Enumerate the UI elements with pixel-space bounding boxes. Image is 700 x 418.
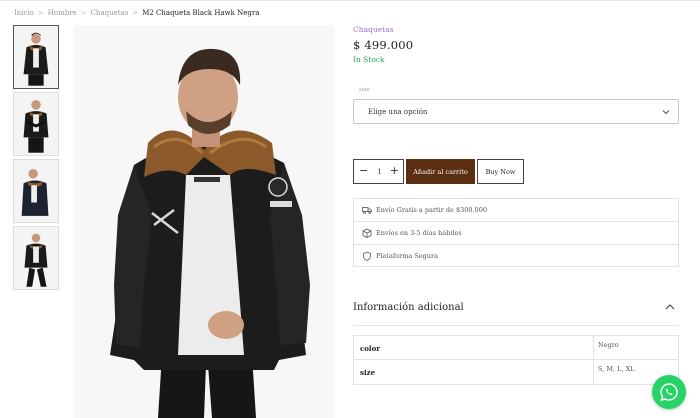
- table-row: color Negro: [354, 336, 678, 360]
- attribute-name: size: [354, 360, 594, 384]
- attributes-table: color Negro size S, M, L, XL: [353, 335, 679, 385]
- breadcrumb-item-hombre[interactable]: Hombre: [48, 9, 77, 17]
- thumbnail-gallery: [13, 25, 59, 293]
- feature-text: Envíos en 3-5 días hábiles: [376, 229, 462, 237]
- thumbnail-3[interactable]: [13, 159, 59, 223]
- product-info: Chaquetas $ 499.000 In Stock: [353, 25, 679, 64]
- size-label: size: [359, 87, 370, 93]
- quantity-stepper: − 1 +: [353, 159, 404, 184]
- thumbnail-4[interactable]: [13, 226, 59, 290]
- add-to-cart-button[interactable]: Añadir al carrito: [406, 159, 475, 184]
- breadcrumb-separator: >: [132, 9, 139, 17]
- whatsapp-icon: [660, 383, 678, 402]
- breadcrumb-current: M2 Chaqueta Black Hawk Negra: [142, 9, 260, 17]
- chevron-up-icon: [665, 304, 675, 310]
- attribute-value: Negro: [598, 341, 619, 349]
- quantity-increase-button[interactable]: +: [390, 164, 399, 177]
- breadcrumb-item-inicio[interactable]: Inicio: [14, 9, 34, 17]
- table-row: size S, M, L, XL: [354, 360, 678, 384]
- feature-list: Envío Gratis a partir de $300.000 Envíos…: [353, 198, 679, 267]
- attribute-name: color: [354, 336, 594, 359]
- feature-item: Plataforma Segura: [353, 244, 679, 267]
- feature-text: Plataforma Segura: [376, 252, 438, 260]
- feature-text: Envío Gratis a partir de $300.000: [376, 206, 487, 214]
- breadcrumb-item-chaquetas[interactable]: Chaquetas: [91, 9, 129, 17]
- buy-now-button[interactable]: Buy Now: [477, 159, 524, 184]
- whatsapp-chat-button[interactable]: [652, 375, 686, 409]
- breadcrumb-separator: >: [37, 9, 44, 17]
- product-thumbnail-side: [14, 160, 58, 222]
- stock-status: In Stock: [353, 55, 385, 64]
- thumbnail-2[interactable]: [13, 92, 59, 156]
- feature-item: Envíos en 3-5 días hábiles: [353, 221, 679, 244]
- box-icon: [362, 228, 372, 238]
- feature-item: Envío Gratis a partir de $300.000: [353, 198, 679, 221]
- breadcrumb: Inicio > Hombre > Chaquetas > M2 Chaqueta Blac…: [14, 9, 259, 17]
- breadcrumb-separator: >: [80, 9, 87, 17]
- product-thumbnail-front: [14, 26, 58, 88]
- shield-icon: [363, 251, 371, 261]
- product-main-image[interactable]: [74, 25, 334, 418]
- product-thumbnail-walk: [14, 227, 58, 289]
- product-thumbnail-pose: [14, 93, 58, 155]
- additional-info-title: Información adicional: [353, 302, 464, 313]
- truck-icon: [362, 207, 372, 214]
- product-price: $ 499.000: [353, 38, 414, 52]
- product-category-link[interactable]: Chaquetas: [353, 25, 679, 34]
- chevron-down-icon: [662, 110, 670, 115]
- additional-info-toggle[interactable]: Información adicional: [353, 296, 679, 326]
- size-select[interactable]: Elige una opción: [353, 99, 679, 124]
- size-select-value: Elige una opción: [368, 108, 428, 116]
- top-divider: [0, 0, 700, 1]
- thumbnail-1[interactable]: [13, 25, 59, 89]
